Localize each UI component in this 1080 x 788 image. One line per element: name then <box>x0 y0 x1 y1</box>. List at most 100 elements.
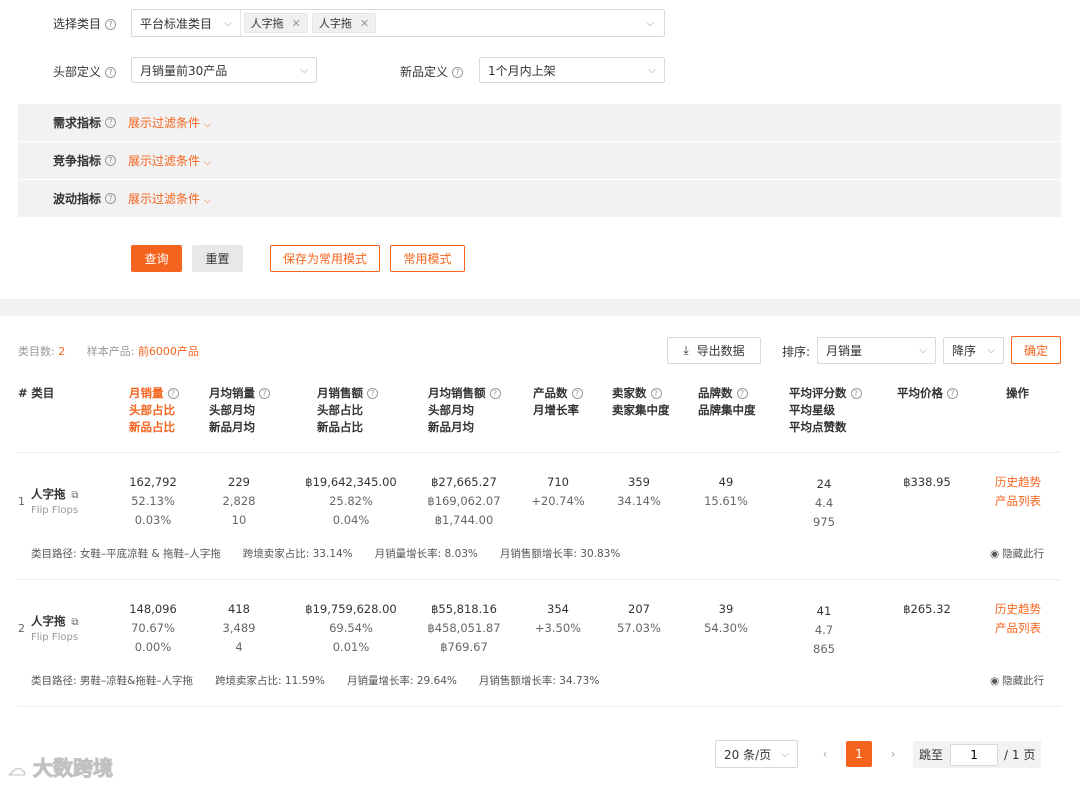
show-filter-link[interactable]: 展示过滤条件 ⌵ <box>128 114 211 131</box>
row-meta: 类目路径: 男鞋–凉鞋&拖鞋–人字拖 跨境卖家占比: 11.59% 月销量增长率: … <box>31 675 600 687</box>
history-trend-link[interactable]: 历史趋势 <box>995 475 1041 489</box>
cell-avg-revenue: ฿55,818.16 ฿458,051.87 ฿769.67 <box>427 602 501 654</box>
chevron-down-icon: ⌵ <box>203 196 211 206</box>
category-select[interactable]: 平台标准类目 ⌵ 人字拖 ✕ 人字拖 ✕ ⌵ <box>131 9 665 37</box>
row-index: 2 <box>18 622 25 635</box>
close-icon[interactable]: ✕ <box>292 17 301 30</box>
header-avg-sales[interactable]: 月均销量? 头部月均 新品月均 <box>209 385 270 436</box>
cell-ratings: 24 4.4 975 <box>813 477 835 529</box>
help-icon[interactable]: ? <box>105 117 117 128</box>
row-divider <box>18 579 1061 580</box>
cell-revenue: ฿19,642,345.00 25.82% 0.04% <box>305 475 397 527</box>
close-icon[interactable]: ✕ <box>360 17 369 30</box>
confirm-sort-button[interactable]: 确定 <box>1011 336 1061 364</box>
help-icon[interactable]: ? <box>167 388 179 399</box>
help-icon[interactable]: ? <box>736 388 748 399</box>
product-list-link[interactable]: 产品列表 <box>995 621 1041 635</box>
header-avg-revenue[interactable]: 月均销售额? 头部月均 新品月均 <box>428 385 501 436</box>
cell-sellers: 359 34.14% <box>617 475 661 508</box>
help-icon[interactable]: ? <box>259 388 270 399</box>
help-icon[interactable]: ? <box>105 193 117 204</box>
new-definition-select[interactable]: 1个月内上架 ⌵ <box>479 57 665 83</box>
header-brands[interactable]: 品牌数? 品牌集中度 <box>698 385 756 419</box>
header-avg-price[interactable]: 平均价格? <box>897 385 958 402</box>
chevron-down-icon: ⌵ <box>987 345 995 356</box>
help-icon[interactable]: ? <box>489 388 501 399</box>
category-en-name: Flip Flops <box>31 632 79 643</box>
category-source-select[interactable]: 平台标准类目 ⌵ <box>132 10 241 36</box>
cell-ratings: 41 4.7 865 <box>813 604 835 656</box>
cell-operations: 历史趋势 产品列表 <box>990 473 1046 511</box>
cell-avg-price: ฿265.32 <box>903 602 951 616</box>
category-cell: 人字拖 ⧉ Flip Flops <box>31 486 78 516</box>
sort-order-select[interactable]: 降序 ⌵ <box>943 337 1004 364</box>
query-button[interactable]: 查询 <box>131 245 182 272</box>
hide-row-button[interactable]: ◉ 隐藏此行 <box>990 673 1044 688</box>
header-sellers[interactable]: 卖家数? 卖家集中度 <box>612 385 670 419</box>
page-size-select[interactable]: 20 条/页 ⌵ <box>715 740 798 768</box>
header-revenue[interactable]: 月销售额? 头部占比 新品占比 <box>317 385 378 436</box>
chevron-down-icon: ⌵ <box>781 748 789 760</box>
category-label: 选择类目? <box>53 15 117 32</box>
head-definition-select[interactable]: 月销量前30产品 ⌵ <box>131 57 317 83</box>
cell-brands: 49 15.61% <box>704 475 748 508</box>
page-jump-input[interactable] <box>950 743 999 766</box>
help-icon[interactable]: ? <box>452 67 464 78</box>
next-page-button[interactable]: › <box>880 741 906 767</box>
help-icon[interactable]: ? <box>650 388 662 399</box>
save-mode-button[interactable]: 保存为常用模式 <box>270 245 380 272</box>
new-definition-label: 新品定义? <box>400 63 464 80</box>
help-icon[interactable]: ? <box>105 19 117 30</box>
category-name-link[interactable]: 人字拖 <box>31 487 66 501</box>
chevron-down-icon: ⌵ <box>646 17 654 29</box>
download-icon: ⤓ <box>683 343 689 357</box>
cell-products: 710 +20.74% <box>531 475 585 508</box>
help-icon[interactable]: ? <box>367 388 378 399</box>
help-icon[interactable]: ? <box>850 388 862 399</box>
row-index: 1 <box>18 495 25 508</box>
competition-indicator-row: 竞争指标? 展示过滤条件 ⌵ <box>18 142 1061 179</box>
category-name-link[interactable]: 人字拖 <box>31 614 66 628</box>
history-trend-link[interactable]: 历史趋势 <box>995 602 1041 616</box>
chevron-down-icon: ⌵ <box>224 17 232 29</box>
row-meta: 类目路径: 女鞋–平底凉鞋 & 拖鞋–人字拖 跨境卖家占比: 33.14% 月销量增… <box>31 548 621 560</box>
cell-monthly-sales: 148,096 70.67% 0.00% <box>129 602 177 654</box>
category-cell: 人字拖 ⧉ Flip Flops <box>31 613 78 643</box>
row-divider <box>18 706 1061 707</box>
chevron-down-icon: ⌵ <box>203 120 211 130</box>
header-monthly-sales[interactable]: 月销量? 头部占比 新品占比 <box>129 385 179 436</box>
sort-label: 排序: <box>782 345 811 359</box>
header-index-category: # 类目 <box>18 386 55 400</box>
hide-row-button[interactable]: ◉ 隐藏此行 <box>990 546 1044 561</box>
help-icon[interactable]: ? <box>105 155 117 166</box>
eye-icon: ◉ <box>990 675 1000 687</box>
summary-info: 类目数: 2 样本产品: 前6000产品 <box>18 345 199 358</box>
page-1-button[interactable]: 1 <box>846 741 872 767</box>
show-filter-link[interactable]: 展示过滤条件 ⌵ <box>128 190 211 207</box>
chevron-down-icon: ⌵ <box>300 64 308 76</box>
sort-field-select[interactable]: 月销量 ⌵ <box>817 337 936 364</box>
cell-avg-revenue: ฿27,665.27 ฿169,062.07 ฿1,744.00 <box>427 475 501 527</box>
common-mode-button[interactable]: 常用模式 <box>390 245 465 272</box>
help-icon[interactable]: ? <box>947 388 958 399</box>
chevron-right-icon: › <box>890 747 896 761</box>
demand-indicator-row: 需求指标? 展示过滤条件 ⌵ <box>18 104 1061 141</box>
volatility-indicator-row: 波动指标? 展示过滤条件 ⌵ <box>18 180 1061 217</box>
chevron-down-icon: ⌵ <box>203 158 211 168</box>
header-ratings[interactable]: 平均评分数? 平均星级 平均点赞数 <box>789 385 862 436</box>
export-button[interactable]: ⤓ 导出数据 <box>667 337 761 364</box>
cell-avg-sales: 418 3,489 4 <box>222 602 256 654</box>
page-jump: 跳至 / 1 页 <box>913 741 1041 768</box>
help-icon[interactable]: ? <box>571 388 583 399</box>
external-link-icon[interactable]: ⧉ <box>71 617 78 628</box>
cell-brands: 39 54.30% <box>704 602 748 635</box>
header-products[interactable]: 产品数? 月增长率 <box>533 385 583 419</box>
external-link-icon[interactable]: ⧉ <box>71 490 78 501</box>
product-list-link[interactable]: 产品列表 <box>995 494 1041 508</box>
reset-button[interactable]: 重置 <box>192 245 243 272</box>
help-icon[interactable]: ? <box>105 67 117 78</box>
cell-operations: 历史趋势 产品列表 <box>990 600 1046 638</box>
chevron-down-icon: ⌵ <box>919 345 927 356</box>
prev-page-button[interactable]: ‹ <box>812 741 838 767</box>
show-filter-link[interactable]: 展示过滤条件 ⌵ <box>128 152 211 169</box>
